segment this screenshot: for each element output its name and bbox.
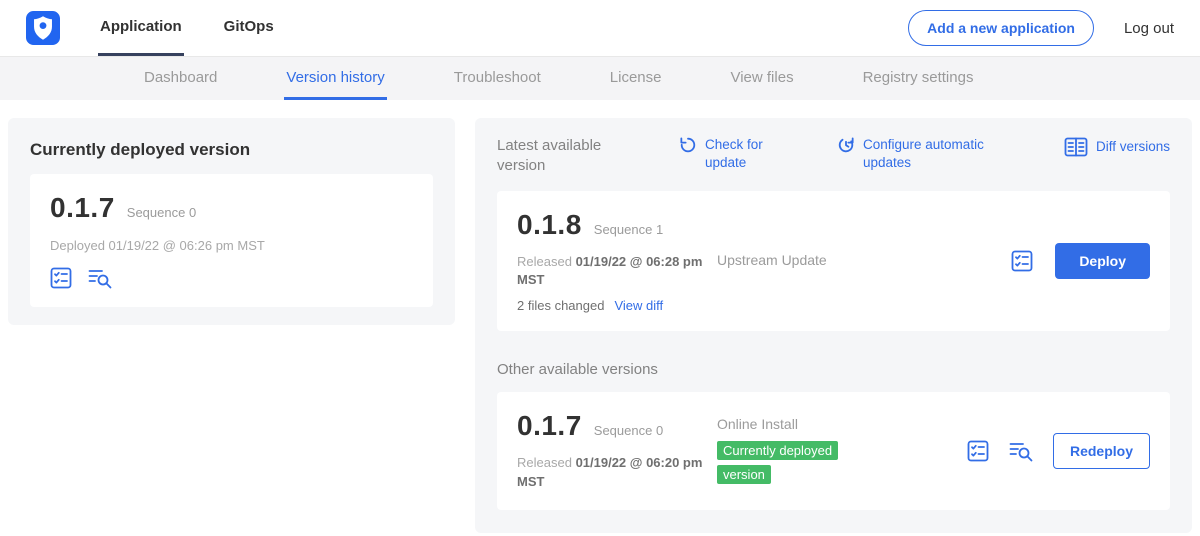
other-release-card: 0.1.7 Sequence 0 Released 01/19/22 @ 06:… <box>497 392 1170 510</box>
latest-sequence-label: Sequence 1 <box>594 222 663 237</box>
tab-application-label: Application <box>100 18 182 35</box>
add-new-application-button[interactable]: Add a new application <box>908 10 1094 46</box>
configure-automatic-updates-label: Configure automatic updates <box>863 136 995 171</box>
redeploy-button[interactable]: Redeploy <box>1053 433 1150 469</box>
view-diff-icon[interactable] <box>88 267 112 289</box>
navbar-right: Add a new application Log out <box>908 0 1174 56</box>
deployed-sequence-label: Sequence 0 <box>127 205 196 220</box>
other-version-number: 0.1.7 <box>517 410 582 442</box>
other-available-versions-title: Other available versions <box>497 361 1170 378</box>
subnav-item-troubleshoot[interactable]: Troubleshoot <box>452 57 543 100</box>
latest-release-source: Upstream Update <box>717 252 1011 270</box>
check-for-update-link[interactable]: Check for update <box>679 136 777 171</box>
install-type-label: Online Install <box>717 416 967 432</box>
refresh-icon <box>679 136 697 154</box>
auto-update-clock-icon <box>837 136 855 154</box>
top-navbar: Application GitOps Add a new application… <box>0 0 1200 57</box>
tab-application[interactable]: Application <box>98 0 184 56</box>
other-release-source: Online Install Currently deployed versio… <box>717 416 967 487</box>
subnav-item-dashboard[interactable]: Dashboard <box>142 57 219 100</box>
page: Application GitOps Add a new application… <box>0 0 1200 536</box>
check-for-update-label: Check for update <box>705 136 777 171</box>
deployed-date-text: Deployed 01/19/22 @ 06:26 pm MST <box>50 238 413 253</box>
release-notes-icon[interactable] <box>50 267 72 289</box>
subnav-item-version-history[interactable]: Version history <box>284 57 386 100</box>
currently-deployed-badge: Currently deployed version <box>717 439 857 487</box>
deployed-card-actions <box>50 267 413 289</box>
latest-release-actions: Deploy <box>1011 243 1150 279</box>
currently-deployed-panel: Currently deployed version 0.1.7 Sequenc… <box>8 118 455 325</box>
latest-version-number: 0.1.8 <box>517 209 582 241</box>
other-release-info: 0.1.7 Sequence 0 Released 01/19/22 @ 06:… <box>517 410 717 492</box>
diff-versions-label: Diff versions <box>1096 138 1170 156</box>
configure-automatic-updates-link[interactable]: Configure automatic updates <box>837 136 995 171</box>
tab-gitops-label: GitOps <box>224 18 274 35</box>
view-diff-icon[interactable] <box>1009 440 1033 462</box>
latest-released-text: Released 01/19/22 @ 06:28 pm MST <box>517 253 709 291</box>
latest-available-title: Latest available version <box>497 136 647 177</box>
app-subnav: Dashboard Version history Troubleshoot L… <box>0 57 1200 100</box>
logout-link[interactable]: Log out <box>1124 20 1174 37</box>
subnav-item-license[interactable]: License <box>608 57 664 100</box>
release-notes-icon[interactable] <box>967 440 989 462</box>
other-released-text: Released 01/19/22 @ 06:20 pm MST <box>517 454 709 492</box>
deployed-version-number: 0.1.7 <box>50 192 115 224</box>
other-sequence-label: Sequence 0 <box>594 423 663 438</box>
subnav-item-registry-settings[interactable]: Registry settings <box>861 57 976 100</box>
currently-deployed-title: Currently deployed version <box>30 140 433 160</box>
files-changed-text: 2 files changed <box>517 298 604 313</box>
deployed-version-card: 0.1.7 Sequence 0 Deployed 01/19/22 @ 06:… <box>30 174 433 307</box>
deploy-button[interactable]: Deploy <box>1055 243 1150 279</box>
diff-versions-icon <box>1064 136 1088 158</box>
primary-tabs: Application GitOps <box>98 0 276 56</box>
tab-gitops[interactable]: GitOps <box>222 0 276 56</box>
latest-release-info: 0.1.8 Sequence 1 Released 01/19/22 @ 06:… <box>517 209 717 314</box>
available-versions-header: Latest available version Check for updat… <box>489 136 1178 177</box>
view-diff-link[interactable]: View diff <box>614 298 663 313</box>
kots-logo-icon <box>26 11 60 45</box>
latest-release-card: 0.1.8 Sequence 1 Released 01/19/22 @ 06:… <box>497 191 1170 332</box>
diff-versions-link[interactable]: Diff versions <box>1064 136 1170 158</box>
deployed-version-row: 0.1.7 Sequence 0 <box>50 192 413 224</box>
subnav-item-view-files[interactable]: View files <box>728 57 795 100</box>
other-release-actions: Redeploy <box>967 433 1150 469</box>
available-versions-panel: Latest available version Check for updat… <box>475 118 1192 533</box>
release-notes-icon[interactable] <box>1011 250 1033 272</box>
app-logo <box>26 0 60 56</box>
